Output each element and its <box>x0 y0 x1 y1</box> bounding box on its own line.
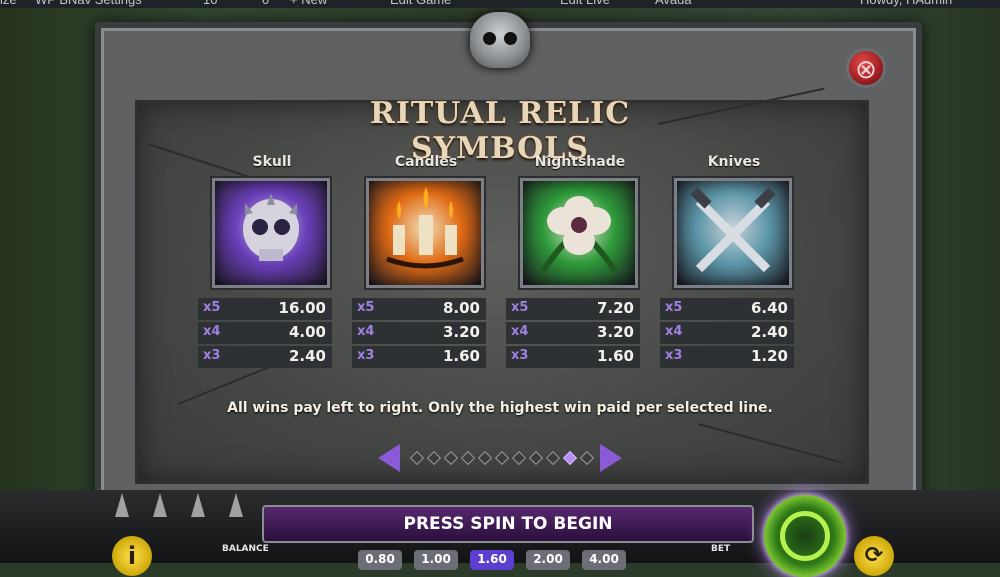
payout-value: 8.00 <box>442 299 480 317</box>
payout-row: x5 6.40 <box>660 298 794 320</box>
page-dot[interactable] <box>477 450 493 466</box>
payout-value: 3.20 <box>596 323 634 341</box>
payout-row: x5 7.20 <box>506 298 640 320</box>
page-dot[interactable] <box>511 450 527 466</box>
page-indicator <box>378 444 622 474</box>
payout-value: 1.20 <box>750 347 788 365</box>
nightshade-flower-icon <box>520 178 638 288</box>
payout-row: x4 3.20 <box>352 322 486 344</box>
wp-admin-bar: ize WP BNav Settings 10 0 + New Edit Game Edit… <box>0 0 1000 8</box>
payout-multiplier: x3 <box>665 348 683 363</box>
payout-value: 6.40 <box>750 299 788 317</box>
page-dot[interactable] <box>562 450 578 466</box>
symbol-paytable: x5 7.20 x4 3.20 x3 1.60 <box>506 298 640 370</box>
payout-value: 2.40 <box>750 323 788 341</box>
page-dot[interactable] <box>579 450 595 466</box>
next-page-arrow-icon[interactable] <box>600 444 622 472</box>
payout-multiplier: x5 <box>357 300 375 315</box>
payout-value: 2.40 <box>288 347 326 365</box>
payout-multiplier: x3 <box>203 348 221 363</box>
payout-row: x3 1.60 <box>506 346 640 368</box>
status-banner: PRESS SPIN TO BEGIN <box>262 505 754 543</box>
spin-button[interactable] <box>764 495 846 577</box>
spin-arrows-icon <box>780 511 830 561</box>
crossed-knives-icon <box>674 178 792 288</box>
symbol-name: Nightshade <box>534 154 626 170</box>
symbol-paytable: x5 8.00 x4 3.20 x3 1.60 <box>352 298 486 370</box>
payout-value: 4.00 <box>288 323 326 341</box>
skull-icon <box>212 178 330 288</box>
bet-option-button[interactable]: 1.00 <box>414 550 458 570</box>
admin-bar-item[interactable]: + New <box>290 0 327 8</box>
bet-option-button[interactable]: 0.80 <box>358 550 402 570</box>
payout-row: x5 16.00 <box>198 298 332 320</box>
skull-ornament-icon <box>470 12 530 68</box>
payout-multiplier: x4 <box>203 324 221 339</box>
payout-value: 1.60 <box>442 347 480 365</box>
bet-option-button[interactable]: 4.00 <box>582 550 626 570</box>
bet-option-button[interactable]: 2.00 <box>526 550 570 570</box>
autoplay-button[interactable]: ⟳ <box>854 536 894 576</box>
payout-row: x4 3.20 <box>506 322 640 344</box>
admin-bar-item[interactable]: 0 <box>262 0 269 8</box>
admin-bar-item[interactable]: Avada <box>655 0 692 8</box>
payout-multiplier: x4 <box>665 324 683 339</box>
admin-bar-item[interactable]: ize <box>0 0 17 8</box>
payout-row: x4 2.40 <box>660 322 794 344</box>
pay-rule-text: All wins pay left to right. Only the hig… <box>227 400 773 416</box>
prev-page-arrow-icon[interactable] <box>378 444 400 472</box>
payout-row: x3 1.20 <box>660 346 794 368</box>
payout-row: x5 8.00 <box>352 298 486 320</box>
payout-value: 16.00 <box>278 299 326 317</box>
page-dot[interactable] <box>426 450 442 466</box>
page-dot[interactable] <box>545 450 561 466</box>
symbol-paytable: x5 16.00 x4 4.00 x3 2.40 <box>198 298 332 370</box>
close-button[interactable]: ⊗ <box>846 48 886 88</box>
balance-label: BALANCE <box>222 544 269 554</box>
candles-icon <box>366 178 484 288</box>
info-button[interactable]: i <box>112 536 152 576</box>
page-dot[interactable] <box>409 450 425 466</box>
payout-multiplier: x5 <box>203 300 221 315</box>
payout-multiplier: x5 <box>665 300 683 315</box>
symbol-name: Candles <box>394 154 458 170</box>
symbol-name: Skull <box>252 154 292 170</box>
payout-value: 7.20 <box>596 299 634 317</box>
payout-row: x4 4.00 <box>198 322 332 344</box>
admin-bar-item[interactable]: 10 <box>203 0 217 8</box>
payout-multiplier: x4 <box>511 324 529 339</box>
bet-option-button[interactable]: 1.60 <box>470 550 514 570</box>
payout-multiplier: x3 <box>357 348 375 363</box>
payout-value: 1.60 <box>596 347 634 365</box>
page-dot[interactable] <box>528 450 544 466</box>
bet-label: BET <box>711 544 731 554</box>
page-dot[interactable] <box>443 450 459 466</box>
admin-bar-item[interactable]: Howdy, HAdmin <box>860 0 952 8</box>
payout-row: x3 2.40 <box>198 346 332 368</box>
symbol-name: Knives <box>707 154 761 170</box>
admin-bar-item[interactable]: WP BNav Settings <box>35 0 142 8</box>
payout-value: 3.20 <box>442 323 480 341</box>
page-dot[interactable] <box>494 450 510 466</box>
page-dot[interactable] <box>460 450 476 466</box>
payout-row: x3 1.60 <box>352 346 486 368</box>
symbol-paytable: x5 6.40 x4 2.40 x3 1.20 <box>660 298 794 370</box>
payout-multiplier: x3 <box>511 348 529 363</box>
admin-bar-item[interactable]: Edit Live <box>560 0 610 8</box>
payout-multiplier: x5 <box>511 300 529 315</box>
payout-multiplier: x4 <box>357 324 375 339</box>
admin-bar-item[interactable]: Edit Game <box>390 0 451 8</box>
